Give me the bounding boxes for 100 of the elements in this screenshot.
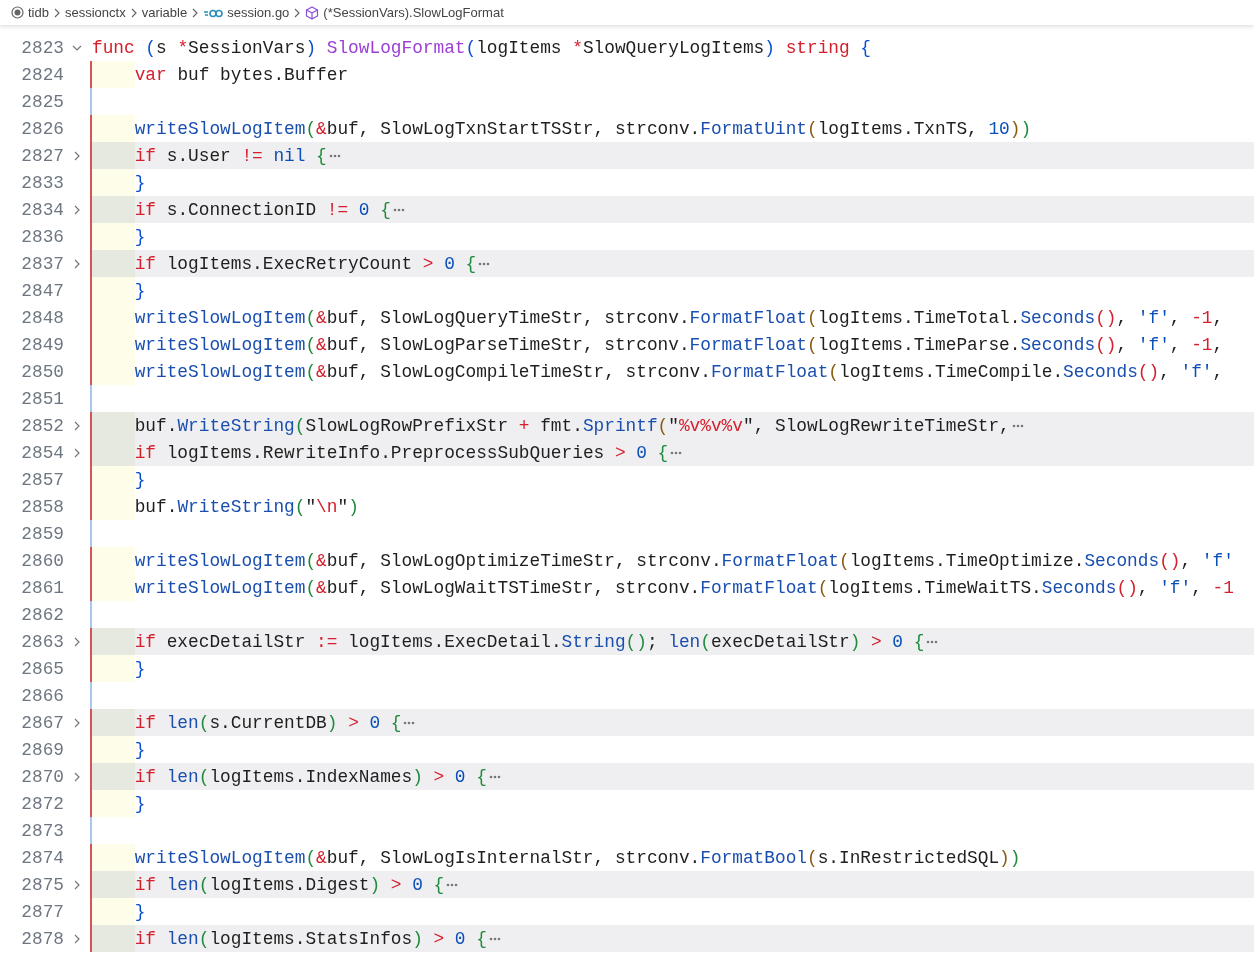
line-number: 2837 bbox=[20, 253, 64, 274]
ellipsis-icon[interactable] bbox=[446, 882, 459, 887]
code-line: if s.User != nil { bbox=[134, 145, 327, 166]
indent-highlight bbox=[92, 412, 135, 439]
indent-highlight bbox=[92, 925, 135, 952]
indent-highlight bbox=[92, 61, 135, 88]
chevron-icon[interactable] bbox=[72, 257, 82, 270]
indent-highlight bbox=[92, 493, 135, 520]
indent-highlight bbox=[92, 790, 135, 817]
code-line: writeSlowLogItem(&buf, SlowLogWaitTSTimeStr, strconv.FormatFloat(logItems.TimeWaitTS.Seconds(), 'f', -1 bbox=[134, 577, 1234, 598]
indent-highlight bbox=[92, 547, 135, 574]
line-number: 2825 bbox=[20, 91, 64, 112]
code-line: if len(s.CurrentDB) > 0 { bbox=[134, 712, 402, 733]
chevron-icon[interactable] bbox=[72, 446, 82, 459]
code-line: if len(logItems.Digest) > 0 { bbox=[134, 874, 445, 895]
cube-icon bbox=[305, 5, 320, 20]
breadcrumb-item[interactable]: variable bbox=[141, 5, 188, 20]
line-number: 2878 bbox=[20, 928, 64, 949]
chevron-icon[interactable] bbox=[72, 419, 82, 432]
line-number: 2824 bbox=[20, 64, 64, 85]
code-line: } bbox=[134, 739, 146, 760]
line-number: 2848 bbox=[20, 307, 64, 328]
line-number: 2862 bbox=[20, 604, 64, 625]
chevron-icon[interactable] bbox=[72, 635, 82, 648]
chevron-icon[interactable] bbox=[72, 716, 82, 729]
ellipsis-icon[interactable] bbox=[488, 936, 501, 941]
line-number: 2854 bbox=[20, 442, 64, 463]
indent-highlight bbox=[92, 763, 135, 790]
line-number: 2877 bbox=[20, 901, 64, 922]
indent-highlight bbox=[92, 196, 135, 223]
line-number: 2865 bbox=[20, 658, 64, 679]
chevron-icon[interactable] bbox=[72, 878, 82, 891]
line-number: 2834 bbox=[20, 199, 64, 220]
code-line: writeSlowLogItem(&buf, SlowLogQueryTimeStr, strconv.FormatFloat(logItems.TimeTotal.Seconds(), 'f', -1, bbox=[134, 307, 1224, 328]
indent-highlight bbox=[92, 898, 135, 925]
file-type-icon bbox=[203, 7, 224, 18]
code-line: } bbox=[134, 226, 146, 247]
chevron-icon[interactable] bbox=[72, 203, 82, 216]
code-line: } bbox=[134, 901, 146, 922]
line-number: 2857 bbox=[20, 469, 64, 490]
code-line: } bbox=[134, 172, 146, 193]
ellipsis-icon[interactable] bbox=[403, 720, 416, 725]
code-line: writeSlowLogItem(&buf, SlowLogCompileTimeStr, strconv.FormatFloat(logItems.TimeCompile.Seconds(), 'f', bbox=[134, 361, 1224, 382]
line-number: 2866 bbox=[20, 685, 64, 706]
breadcrumb-item[interactable]: session.go bbox=[227, 5, 290, 20]
code-line: writeSlowLogItem(&buf, SlowLogOptimizeTimeStr, strconv.FormatFloat(logItems.TimeOptimize.Seconds(), 'f' bbox=[134, 550, 1234, 571]
code-line: writeSlowLogItem(&buf, SlowLogTxnStartTSStr, strconv.FormatUint(logItems.TxnTS, 10)) bbox=[134, 118, 1032, 139]
chevron-icon[interactable] bbox=[72, 149, 82, 162]
ellipsis-icon[interactable] bbox=[926, 639, 939, 644]
code-line: if logItems.ExecRetryCount > 0 { bbox=[134, 253, 477, 274]
line-number: 2861 bbox=[20, 577, 64, 598]
chevron-icon[interactable] bbox=[72, 932, 82, 945]
circle-icon bbox=[11, 6, 24, 19]
indent-highlight bbox=[92, 142, 135, 169]
indent-highlight bbox=[92, 115, 135, 142]
code-line: } bbox=[134, 658, 146, 679]
ellipsis-icon[interactable] bbox=[392, 207, 405, 212]
chevron-icon[interactable] bbox=[72, 770, 82, 783]
code-line: var buf bytes.Buffer bbox=[134, 64, 349, 85]
line-number: 2849 bbox=[20, 334, 64, 355]
breadcrumb-item[interactable]: sessionctx bbox=[64, 5, 126, 20]
line-number: 2874 bbox=[20, 847, 64, 868]
ellipsis-icon[interactable] bbox=[328, 153, 341, 158]
line-number: 2851 bbox=[20, 388, 64, 409]
ellipsis-icon[interactable] bbox=[1011, 423, 1024, 428]
code-line: if len(logItems.IndexNames) > 0 { bbox=[134, 766, 487, 787]
code-line: } bbox=[134, 280, 146, 301]
indent-highlight bbox=[92, 250, 135, 277]
line-number: 2847 bbox=[20, 280, 64, 301]
line-number: 2859 bbox=[20, 523, 64, 544]
line-number: 2850 bbox=[20, 361, 64, 382]
line-number: 2867 bbox=[20, 712, 64, 733]
code-line: if s.ConnectionID != 0 { bbox=[134, 199, 391, 220]
line-number: 2823 bbox=[20, 37, 64, 58]
indent-highlight bbox=[92, 871, 135, 898]
indent-highlight bbox=[92, 439, 135, 466]
line-number: 2836 bbox=[20, 226, 64, 247]
line-number: 2833 bbox=[20, 172, 64, 193]
indent-highlight bbox=[92, 358, 135, 385]
indent-highlight bbox=[92, 574, 135, 601]
line-number: 2869 bbox=[20, 739, 64, 760]
breadcrumb-item[interactable]: tidb bbox=[28, 5, 49, 20]
ellipsis-icon[interactable] bbox=[670, 450, 683, 455]
indent-highlight bbox=[92, 709, 135, 736]
code-line: if logItems.RewriteInfo.PreprocessSubQueries > 0 { bbox=[134, 442, 669, 463]
code-line: func (s *SessionVars) SlowLogFormat(logItems *SlowQueryLogItems) string { bbox=[92, 37, 871, 58]
ellipsis-icon[interactable] bbox=[488, 774, 501, 779]
breadcrumb-item[interactable]: (*SessionVars).SlowLogFormat bbox=[323, 5, 504, 20]
line-number: 2858 bbox=[20, 496, 64, 517]
line-number: 2863 bbox=[20, 631, 64, 652]
indent-highlight bbox=[92, 169, 135, 196]
line-number: 2872 bbox=[20, 793, 64, 814]
code-line: writeSlowLogItem(&buf, SlowLogIsInternalStr, strconv.FormatBool(s.InRestrictedSQL)) bbox=[134, 847, 1021, 868]
ellipsis-icon[interactable] bbox=[478, 261, 491, 266]
indent-highlight bbox=[92, 223, 135, 250]
code-line: buf.WriteString("\n") bbox=[134, 496, 359, 517]
indent-highlight bbox=[92, 466, 135, 493]
line-number: 2860 bbox=[20, 550, 64, 571]
indent-highlight bbox=[92, 628, 135, 655]
line-number: 2873 bbox=[20, 820, 64, 841]
